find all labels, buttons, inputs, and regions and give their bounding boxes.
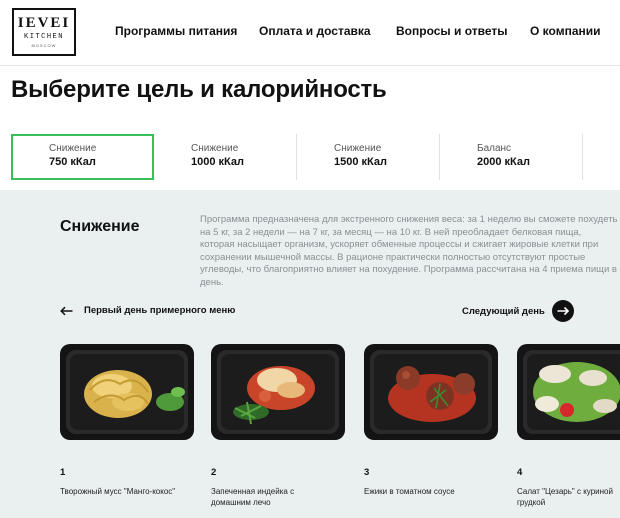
tab-balance-2000[interactable]: Баланс 2000 кКал [440,134,583,180]
next-day-circle [552,300,574,322]
arrow-left-icon [60,306,73,316]
main-nav: Программы питания Оплата и доставка Вопр… [0,24,620,40]
tab-caption: Снижение [191,143,239,154]
dish-card[interactable]: 3 Ежики в томатном соусе [364,344,498,496]
dish-number: 1 [60,467,66,478]
dish-name: Салат "Цезарь" с куриной грудкой [517,487,613,507]
calorie-tabs: Снижение 750 кКал Снижение 1000 кКал Сни… [0,134,620,180]
dish-card[interactable]: 1 Творожный мусс "Манго-кокос" [60,344,194,496]
dish-card[interactable]: 2 Запеченная индейка с домашним лечо [211,344,345,507]
first-day-label: Первый день примерного меню [84,305,236,316]
tab-reduction-1000[interactable]: Снижение 1000 кКал [154,134,297,180]
tab-reduction-750[interactable]: Снижение 750 кКал [11,134,154,180]
program-description: Программа предназначена для экстренного … [200,214,618,288]
site-header: IEVEI KITCHEN MOSCOW Программы питания О… [0,0,620,66]
dish-name: Запеченная индейка с домашним лечо [211,487,295,507]
tab-calories: 2000 кКал [477,156,530,168]
tab-calories: 1500 кКал [334,156,387,168]
nav-item-faq[interactable]: Вопросы и ответы [396,24,507,38]
tab-calories: 750 кКал [49,156,96,168]
dish-image-meatballs [364,344,498,440]
arrow-right-icon [557,306,570,316]
dish-name: Ежики в томатном соусе [364,487,455,496]
dish-card[interactable]: 4 Салат "Цезарь" с куриной грудкой [517,344,620,507]
dish-number: 4 [517,467,523,478]
logo-bottom-text: MOSCOW [31,43,57,48]
nav-item-about[interactable]: О компании [530,24,601,38]
tab-calories: 1000 кКал [191,156,244,168]
program-panel: Снижение Программа предназначена для экс… [0,190,620,518]
next-day-button[interactable]: Следующий день [462,300,574,322]
nav-item-payment-delivery[interactable]: Оплата и доставка [259,24,371,38]
page-title: Выберите цель и калорийность [11,76,387,103]
nav-item-programs[interactable]: Программы питания [115,24,237,38]
tab-caption: Баланс [477,143,512,154]
program-title: Снижение [60,218,140,235]
dish-number: 3 [364,467,370,478]
dish-image-turkey [211,344,345,440]
tab-reduction-1500[interactable]: Снижение 1500 кКал [297,134,440,180]
dish-image-mousse [60,344,194,440]
dish-number: 2 [211,467,217,478]
dish-name: Творожный мусс "Манго-кокос" [60,487,176,496]
dish-image-caesar-salad [517,344,620,440]
next-day-label: Следующий день [462,306,545,317]
tab-caption: Снижение [334,143,382,154]
tab-caption: Снижение [49,143,97,154]
